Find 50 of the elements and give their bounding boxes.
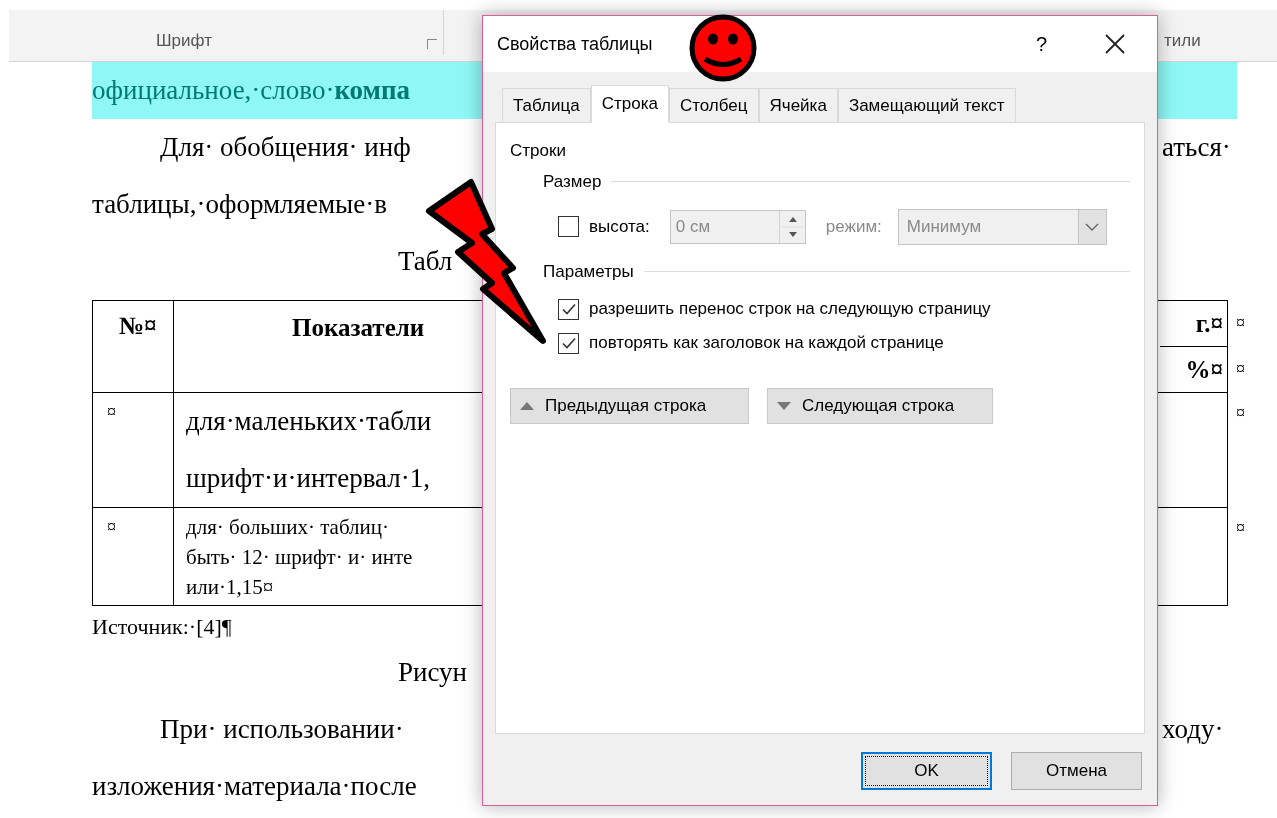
- table-header-cell: Показатели: [292, 314, 425, 341]
- body-text: изложения·материала·после: [92, 770, 418, 804]
- tab[interactable]: Столбец: [668, 88, 759, 122]
- checkbox[interactable]: [558, 298, 579, 320]
- table-cell-text: для· больших· таблиц· быть· 12· шрифт· и· инте или·1,15¤: [185, 514, 414, 601]
- checkbox-label: повторять как заголовок на каждой странице: [589, 332, 944, 355]
- body-text: таблицы,·оформляемые·в: [92, 188, 388, 222]
- body-text: официальное,·слово·компа: [92, 74, 411, 108]
- body-text: При· использовании·: [159, 713, 405, 747]
- table-header-cell: г.¤: [1160, 301, 1227, 347]
- help-button[interactable]: ?: [1029, 29, 1053, 59]
- tab[interactable]: Ячейка: [758, 88, 838, 122]
- body-text: Для· обобщения· инф: [159, 131, 412, 165]
- table-cell: ¤: [93, 508, 174, 605]
- row-nav-button[interactable]: Следующая строка: [767, 388, 993, 424]
- table-header-cell: №¤: [93, 301, 174, 393]
- end-of-cell-mark: ¤: [1236, 357, 1245, 381]
- source-note: Источник:·[4]¶: [92, 613, 233, 641]
- group-label: Параметры: [543, 260, 634, 283]
- end-of-cell-mark: ¤: [1236, 517, 1245, 540]
- dialog-title: Свойства таблицы: [497, 32, 653, 56]
- row-nav-button[interactable]: Предыдущая строка: [510, 388, 749, 424]
- checkbox-label: высота:: [589, 215, 650, 238]
- dialog-button[interactable]: Отмена: [1011, 752, 1142, 790]
- end-of-cell-mark: ¤: [1236, 311, 1245, 335]
- end-of-cell-mark: ¤: [1236, 402, 1245, 425]
- body-text: Табл: [397, 245, 454, 279]
- table-cell: ¤: [93, 393, 174, 507]
- checkbox-label: разрешить перенос строк на следующую страницу: [589, 298, 991, 321]
- group-label: Размер: [543, 171, 602, 193]
- body-text: Рисун: [397, 656, 469, 690]
- field-label: режим:: [825, 215, 882, 238]
- table-header-cell-text: %¤: [1184, 355, 1224, 386]
- tab[interactable]: Таблица: [502, 88, 591, 122]
- checkmark-icon: [560, 335, 577, 351]
- tab[interactable]: Строка: [590, 85, 669, 123]
- tab[interactable]: Замещающий текст: [837, 88, 1016, 122]
- checkmark-icon: [560, 301, 577, 317]
- dialog-button[interactable]: OK: [861, 752, 992, 790]
- checkbox[interactable]: [558, 332, 579, 354]
- dialog-launcher-icon[interactable]: [427, 39, 437, 49]
- ribbon-group-label: Шрифт: [156, 29, 212, 52]
- body-text: аться·: [1161, 131, 1232, 165]
- close-icon[interactable]: [1103, 32, 1127, 56]
- triangle-down-icon: [776, 401, 792, 411]
- table-cell-text: для·маленьких·табли шрифт·и·интервал·1,: [185, 405, 433, 495]
- triangle-up-icon: [519, 401, 535, 411]
- ribbon-group-label: тили: [1164, 29, 1201, 52]
- section-heading: Строки: [510, 141, 567, 161]
- body-text: ходу·: [1161, 713, 1225, 747]
